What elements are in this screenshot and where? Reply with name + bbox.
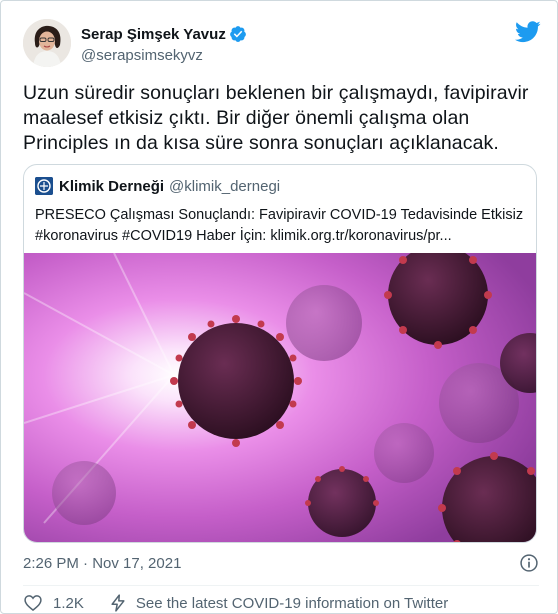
quoted-author-handle[interactable]: @klimik_dernegi (169, 178, 280, 195)
quoted-tweet[interactable]: Klimik Derneği @klimik_dernegi PRESECO Ç… (23, 164, 537, 543)
quoted-text-line[interactable]: #koronavirus #COVID19 Haber İçin: klimik… (35, 226, 529, 247)
quoted-text-line: PRESECO Çalışması Sonuçlandı: Favipiravi… (35, 207, 524, 223)
author-name-row[interactable]: Serap Şimşek Yavuz (81, 25, 247, 43)
author-name[interactable]: Serap Şimşek Yavuz (81, 26, 226, 43)
quoted-tweet-text: PRESECO Çalışması Sonuçlandı: Favipiravi… (35, 205, 529, 247)
quoted-tweet-header: Klimik Derneği @klimik_dernegi (35, 177, 280, 195)
author-handle[interactable]: @serapsimsekyvz (81, 47, 203, 64)
tweet-text-line: Principles ın da kısa süre sonra sonuçla… (23, 132, 499, 154)
heart-icon (24, 595, 42, 612)
avatar[interactable] (23, 19, 71, 67)
divider (23, 585, 539, 586)
covid-info-link[interactable]: See the latest COVID-19 information on T… (108, 593, 448, 613)
tweet-text-line: Uzun süredir sonuçları beklenen bir çalı… (23, 82, 529, 104)
tweet-text-line: maalesef etkisiz çıktı. Bir diğer önemli… (23, 107, 470, 129)
tweet-text: Uzun süredir sonuçları beklenen bir çalı… (23, 81, 539, 156)
verified-badge-icon (229, 26, 246, 42)
tweet-timestamp[interactable]: 2:26 PM · Nov 17, 2021 (23, 555, 181, 572)
covid-info-label[interactable]: See the latest COVID-19 information on T… (136, 595, 448, 612)
tweet-header: Serap Şimşek Yavuz @serapsimsekyvz (23, 19, 541, 71)
like-button[interactable]: 1.2K (23, 593, 84, 613)
timestamp-row: 2:26 PM · Nov 17, 2021 (23, 551, 539, 575)
info-icon[interactable] (519, 553, 539, 573)
klimik-logo-icon (35, 177, 53, 195)
twitter-bird-icon[interactable] (515, 21, 541, 43)
quoted-author-name[interactable]: Klimik Derneği (59, 178, 164, 195)
action-bar: 1.2K See the latest COVID-19 information… (23, 592, 448, 614)
like-count: 1.2K (53, 594, 84, 612)
virus-illustration-image[interactable] (24, 253, 537, 543)
lightning-icon (111, 594, 125, 612)
tweet-card: Serap Şimşek Yavuz @serapsimsekyvz Uzun … (0, 0, 558, 614)
